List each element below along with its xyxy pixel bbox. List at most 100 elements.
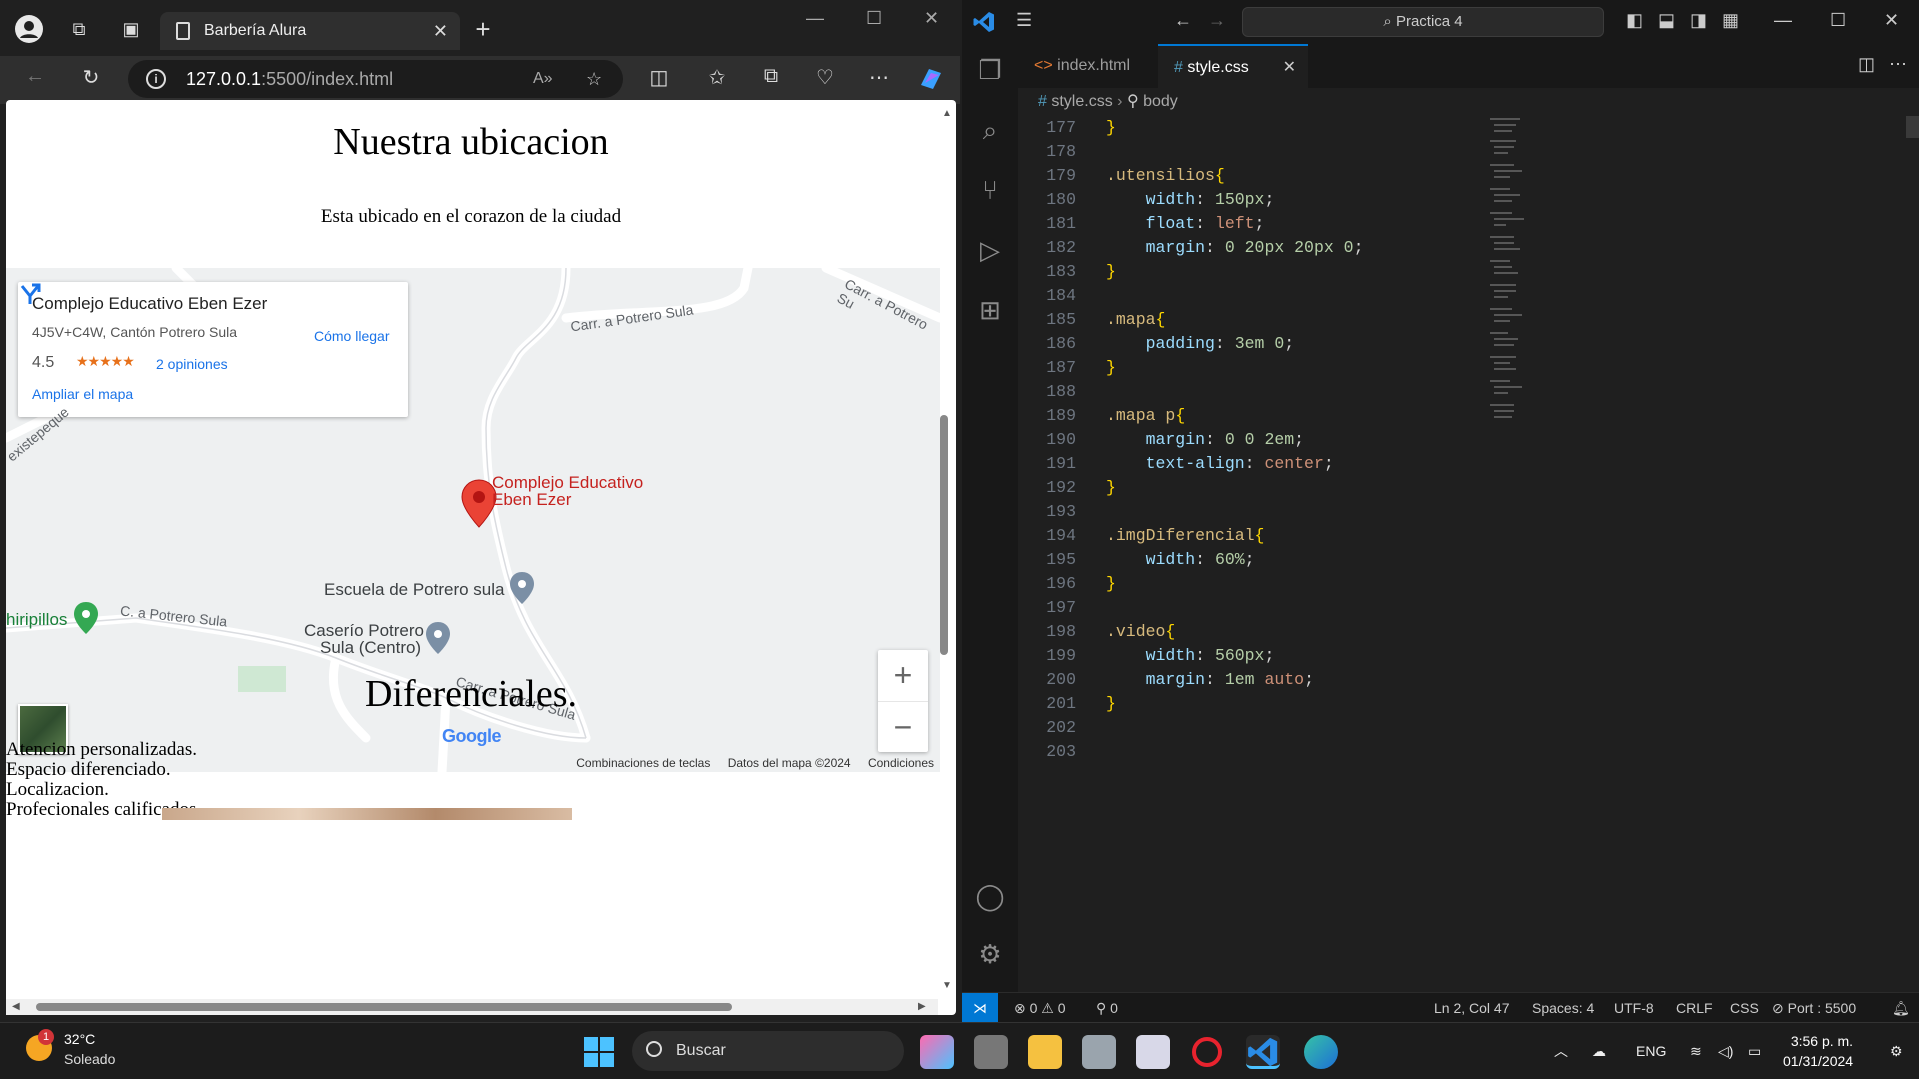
vertical-scrollbar[interactable]	[940, 415, 948, 655]
weather-temp[interactable]: 32°C	[64, 1031, 95, 1047]
selector-icon: ⚲	[1126, 93, 1139, 110]
taskbar-search[interactable]: Buscar	[632, 1031, 904, 1071]
more-actions-icon[interactable]: ⋯	[1889, 54, 1907, 75]
task-view-icon[interactable]	[974, 1035, 1008, 1069]
toggle-secondary-sidebar-icon[interactable]: ◨	[1690, 10, 1707, 31]
scroll-up-icon[interactable]: ▲	[942, 108, 952, 119]
favorite-star-icon[interactable]: ☆	[586, 60, 602, 98]
code-editor[interactable]: 177} 178 179 .utensilios{180 width: 150px; 1…	[1018, 116, 1878, 992]
clock[interactable]: 3:56 p. m. 01/31/2024	[1783, 1031, 1853, 1071]
nav-forward-icon[interactable]: →	[1208, 10, 1226, 31]
code-token: :	[1195, 550, 1215, 569]
battery-icon[interactable]: ▭	[1748, 1023, 1761, 1079]
scroll-right-icon[interactable]: ▶	[918, 1001, 926, 1012]
show-hidden-icons[interactable]: ︿	[1554, 1023, 1568, 1079]
info-icon[interactable]: i	[146, 69, 166, 89]
copilot-icon[interactable]	[916, 65, 946, 99]
remote-icon[interactable]: ⋊	[962, 993, 998, 1023]
copilot-app-icon[interactable]	[920, 1035, 954, 1069]
scroll-down-icon[interactable]: ▼	[942, 980, 952, 991]
cursor-position[interactable]: Ln 2, Col 47	[1434, 993, 1510, 1023]
close-window-icon[interactable]: ✕	[924, 8, 939, 29]
customize-layout-icon[interactable]: ▦	[1722, 10, 1739, 31]
live-server-port[interactable]: ⊘ Port : 5500	[1772, 993, 1856, 1023]
enlarge-map-link[interactable]: Ampliar el mapa	[32, 386, 133, 402]
desktop: ⧉ ▣ Barbería Alura ✕ + — ☐ ✕ ← ↻ i 127.0…	[0, 0, 1919, 1079]
settings-gear-icon[interactable]: ⚙	[974, 938, 1006, 970]
language-indicator[interactable]: ENG	[1636, 1023, 1666, 1079]
scroll-left-icon[interactable]: ◀	[12, 1001, 20, 1012]
terms-link[interactable]: Condiciones	[868, 756, 934, 770]
source-control-icon[interactable]: ⑂	[974, 174, 1006, 206]
tab-style-css[interactable]: # style.css ✕	[1158, 44, 1308, 88]
minimap[interactable]	[1488, 116, 1548, 516]
horizontal-scrollbar[interactable]: ◀ ▶	[6, 999, 938, 1015]
search-placeholder: Buscar	[676, 1042, 726, 1059]
reviews-link[interactable]: 2 opiniones	[156, 356, 228, 372]
menu-icon[interactable]: ☰	[1016, 10, 1032, 31]
tab-actions-icon[interactable]: ▣	[116, 14, 146, 44]
start-button[interactable]	[584, 1037, 614, 1067]
extensions-icon[interactable]: ⊞	[974, 294, 1006, 326]
read-aloud-icon[interactable]: A»	[533, 60, 553, 98]
breadcrumb-symbol[interactable]: body	[1143, 93, 1178, 110]
volume-icon[interactable]: ◁)	[1718, 1023, 1733, 1079]
profile-icon[interactable]	[14, 14, 44, 44]
more-menu-icon[interactable]: ⋯	[864, 65, 894, 90]
encoding[interactable]: UTF-8	[1614, 993, 1654, 1023]
minimize-icon[interactable]: —	[806, 8, 824, 29]
opera-icon[interactable]	[1192, 1037, 1222, 1067]
ports-indicator[interactable]: ⚲ 0	[1096, 993, 1118, 1023]
browser-essentials-icon[interactable]: ♡	[810, 65, 840, 90]
new-tab-icon[interactable]: +	[468, 14, 498, 44]
end-of-line[interactable]: CRLF	[1676, 993, 1713, 1023]
toggle-panel-icon[interactable]: ⬓	[1658, 10, 1675, 31]
edge-icon[interactable]	[1304, 1035, 1338, 1069]
refresh-icon[interactable]: ↻	[76, 65, 106, 90]
run-debug-icon[interactable]: ▷	[974, 234, 1006, 266]
close-tab-icon[interactable]: ✕	[1283, 46, 1296, 90]
workspaces-icon[interactable]: ⧉	[64, 14, 94, 44]
command-center[interactable]: ⌕ Practica 4	[1242, 7, 1604, 37]
split-editor-icon[interactable]: ◫	[1858, 54, 1875, 75]
notifications-icon[interactable]: ⚙	[1890, 1023, 1903, 1079]
onedrive-icon[interactable]: ☁	[1592, 1023, 1606, 1079]
browser-tab[interactable]: Barbería Alura ✕	[160, 12, 460, 50]
minimize-icon[interactable]: —	[1774, 10, 1792, 31]
collections-icon[interactable]: ⧉	[756, 65, 786, 88]
keyboard-shortcuts-link[interactable]: Combinaciones de teclas	[576, 756, 710, 770]
maximize-icon[interactable]: ☐	[1830, 10, 1846, 31]
problems-indicator[interactable]: ⊗ 0 ⚠ 0	[1014, 993, 1066, 1023]
file-explorer-icon[interactable]	[1028, 1035, 1062, 1069]
close-icon[interactable]: ✕	[1884, 10, 1899, 31]
code-token: 60%	[1214, 550, 1245, 569]
horizontal-scroll-thumb[interactable]	[36, 1003, 732, 1011]
wifi-icon[interactable]: ≋	[1690, 1023, 1702, 1079]
vscode-taskbar-icon[interactable]	[1246, 1035, 1280, 1069]
indentation[interactable]: Spaces: 4	[1532, 993, 1594, 1023]
code-text: .mapa p{	[1106, 404, 1185, 428]
poi-caserio-label: Caserío Potrero Sula (Centro)	[304, 621, 424, 657]
close-icon[interactable]: ✕	[433, 12, 448, 50]
nav-back-icon[interactable]: ←	[1174, 10, 1192, 31]
app-icon[interactable]	[1082, 1035, 1116, 1069]
favorites-icon[interactable]: ✩	[702, 65, 732, 90]
language-mode[interactable]: CSS	[1730, 993, 1759, 1023]
line-number: 201	[1046, 694, 1076, 713]
explorer-icon[interactable]: ❐	[974, 54, 1006, 86]
tab-index-html[interactable]: <> index.html	[1018, 44, 1158, 88]
split-screen-icon[interactable]: ◫	[644, 65, 674, 90]
directions-icon[interactable]	[18, 282, 42, 306]
notifications-bell-icon[interactable]: 🔔︎	[1892, 993, 1910, 1023]
search-icon[interactable]: ⌕	[974, 114, 1006, 146]
directions-link[interactable]: Cómo llegar	[314, 328, 389, 344]
back-icon[interactable]: ←	[20, 65, 50, 88]
snipping-tool-icon[interactable]	[1136, 1035, 1170, 1069]
account-icon[interactable]: ◯	[974, 880, 1006, 912]
toggle-sidebar-icon[interactable]: ◧	[1626, 10, 1643, 31]
address-bar[interactable]: i 127.0.0.1:5500/index.html A» ☆	[128, 60, 623, 98]
breadcrumb-file[interactable]: style.css	[1051, 93, 1112, 110]
maximize-icon[interactable]: ☐	[866, 8, 882, 29]
editor-scroll-thumb[interactable]	[1906, 116, 1919, 138]
weather-condition[interactable]: Soleado	[64, 1051, 115, 1067]
